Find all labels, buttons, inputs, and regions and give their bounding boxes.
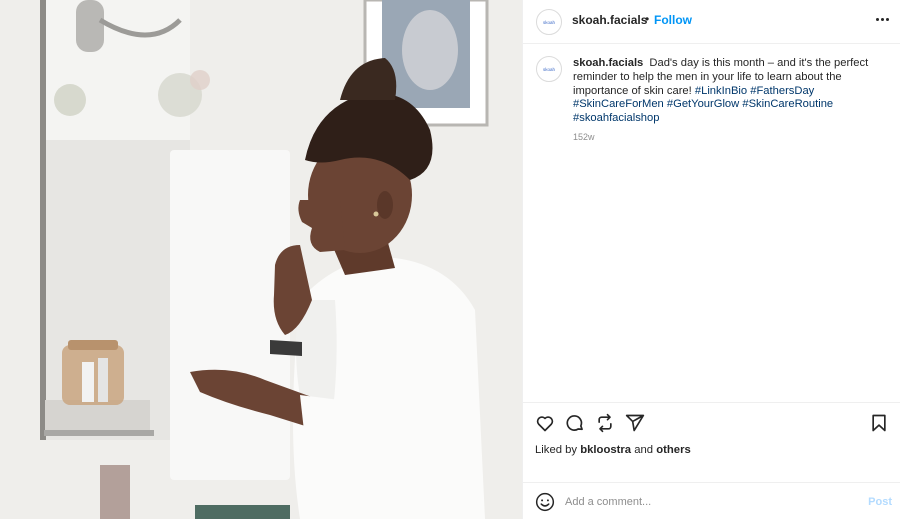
instagram-post: skoah skoah.facials • Follow skoah skoah…	[0, 0, 900, 519]
photo-illustration	[0, 0, 522, 519]
hashtag[interactable]: #LinkInBio	[695, 85, 747, 97]
more-options-icon[interactable]	[876, 12, 890, 26]
post-comment-button[interactable]: Post	[868, 496, 892, 508]
follow-button[interactable]: Follow	[654, 13, 692, 27]
liked-by-user[interactable]: bkloostra	[580, 444, 631, 456]
repost-icon[interactable]	[595, 413, 615, 433]
post-photo[interactable]	[0, 0, 522, 519]
heart-icon[interactable]	[535, 413, 555, 433]
likes-summary: Liked by bkloostra and others	[535, 444, 691, 456]
comment-icon[interactable]	[565, 413, 585, 433]
hashtag[interactable]: #skoahfacialshop	[573, 112, 659, 124]
hashtag[interactable]: #FathersDay	[750, 85, 814, 97]
caption-avatar[interactable]: skoah	[536, 56, 562, 82]
post-time[interactable]: 152w	[573, 132, 595, 142]
profile-avatar[interactable]: skoah	[536, 9, 562, 35]
comment-bar: Post	[523, 482, 900, 519]
avatar-logo-text: skoah	[542, 19, 555, 25]
likes-others[interactable]: others	[656, 444, 691, 456]
bookmark-icon[interactable]	[869, 413, 889, 433]
likes-joiner: and	[634, 444, 654, 456]
hashtag[interactable]: #SkinCareForMen	[573, 98, 664, 110]
comment-input[interactable]	[565, 493, 855, 511]
likes-prefix: Liked by	[535, 444, 578, 456]
separator-dot: •	[645, 12, 650, 26]
caption-username[interactable]: skoah.facials	[573, 57, 643, 69]
emoji-icon[interactable]	[535, 492, 555, 512]
avatar-logo-text: skoah	[542, 66, 555, 72]
hashtag[interactable]: #GetYourGlow	[667, 98, 739, 110]
post-side-panel: skoah skoah.facials • Follow skoah skoah…	[522, 0, 900, 519]
header-username[interactable]: skoah.facials	[572, 13, 647, 27]
caption-text: skoah.facials Dad's day is this month – …	[573, 57, 873, 126]
hashtag[interactable]: #SkinCareRoutine	[742, 98, 833, 110]
post-header: skoah skoah.facials • Follow	[523, 0, 900, 44]
action-bar	[523, 402, 900, 442]
send-icon[interactable]	[625, 413, 645, 433]
